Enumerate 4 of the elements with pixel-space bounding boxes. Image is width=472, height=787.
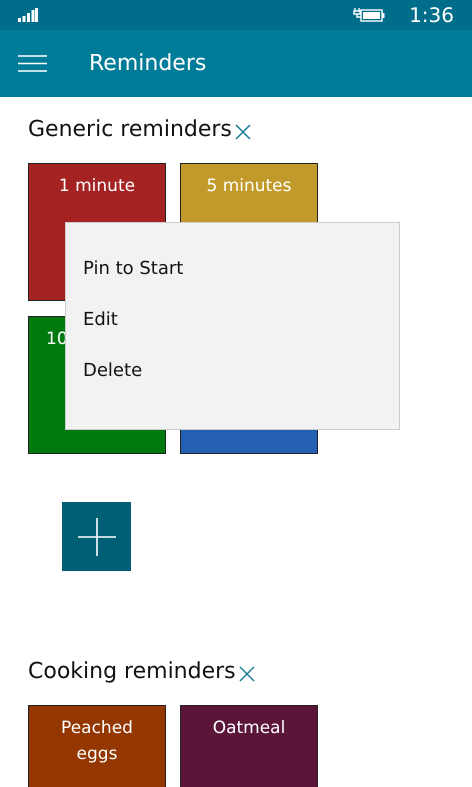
group-title: Cooking reminders	[28, 658, 236, 686]
group-title: Generic reminders	[28, 116, 232, 144]
app-title: Reminders	[89, 50, 206, 78]
clock-time: 1:36	[409, 2, 454, 29]
